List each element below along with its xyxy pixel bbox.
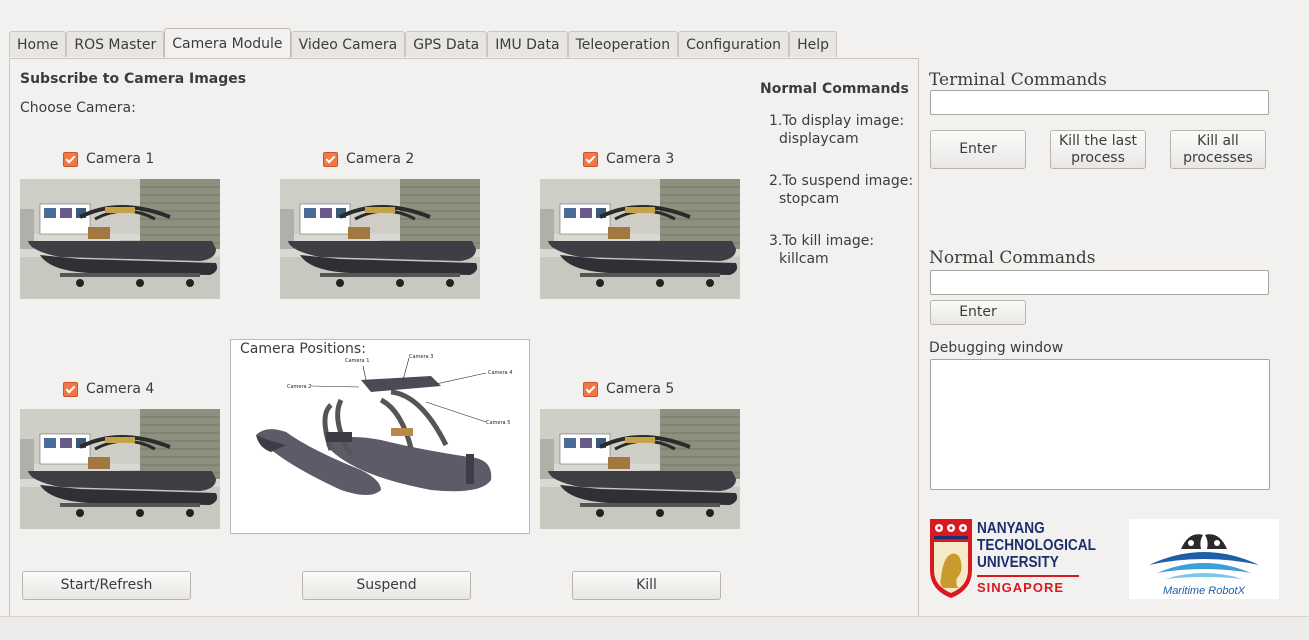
tab-ros-master[interactable]: ROS Master [66, 31, 165, 57]
terminal-enter-button[interactable]: Enter [930, 130, 1026, 169]
command-display-desc: 1.To display image: [769, 113, 905, 129]
camera-3-label: Camera 3 [606, 151, 675, 167]
robotx-emblem-icon [1149, 534, 1259, 579]
camera-5-label: Camera 5 [606, 381, 675, 397]
diagram-label-camera-3: Camera 3 [409, 354, 433, 360]
tab-imu-data[interactable]: IMU Data [487, 31, 568, 57]
camera-3-image [540, 179, 740, 299]
camera-3-checkbox[interactable]: Camera 3 [583, 151, 674, 167]
ntu-logo-singapore: SINGAPORE [977, 580, 1065, 595]
status-bar [0, 616, 1309, 640]
start-refresh-button[interactable]: Start/Refresh [22, 571, 191, 600]
normal-commands-title: Normal Commands [929, 248, 1096, 268]
kill-all-line1: Kill all [1197, 132, 1239, 149]
tab-video-camera[interactable]: Video Camera [290, 31, 406, 57]
command-kill-desc: 3.To kill image: [769, 233, 875, 249]
camera-1-image [20, 179, 220, 299]
command-kill: 3.To kill image: killcam [769, 232, 874, 268]
camera-2-checkbox[interactable]: Camera 2 [323, 151, 414, 167]
checkbox-checked-icon [583, 381, 598, 397]
robotx-logo-text: Maritime RobotX [1163, 585, 1245, 597]
camera-5-image [540, 409, 740, 529]
normal-commands-help-title: Normal Commands [760, 81, 909, 97]
kill-last-line1: Kill the last [1059, 132, 1137, 149]
camera-2-image [280, 179, 480, 299]
camera-4-label: Camera 4 [86, 381, 155, 397]
command-kill-value: killcam [779, 251, 829, 267]
camera-2-label: Camera 2 [346, 151, 415, 167]
camera-positions-diagram: Camera Positions: Camera 1 Camera 2 Came… [230, 339, 530, 534]
normal-command-input[interactable] [930, 270, 1269, 295]
ntu-logo-rule [977, 575, 1079, 577]
normal-enter-button[interactable]: Enter [930, 300, 1026, 325]
ntu-logo-line2: TECHNOLOGICAL [977, 537, 1096, 554]
camera-4-checkbox[interactable]: Camera 4 [63, 381, 154, 397]
camera-1-label: Camera 1 [86, 151, 155, 167]
kill-all-line2: processes [1183, 149, 1253, 166]
diagram-label-camera-1: Camera 1 [345, 358, 369, 364]
checkbox-checked-icon [63, 151, 78, 167]
choose-camera-label: Choose Camera: [20, 100, 136, 116]
command-display-value: displaycam [779, 131, 859, 147]
command-display: 1.To display image: displaycam [769, 112, 904, 148]
ntu-logo-line1: NANYANG [977, 520, 1045, 537]
camera-5-checkbox[interactable]: Camera 5 [583, 381, 674, 397]
camera-4-image [20, 409, 220, 529]
debugging-window[interactable] [930, 359, 1270, 490]
ntu-logo-line3: UNIVERSITY [977, 554, 1059, 571]
command-suspend-value: stopcam [779, 191, 840, 207]
tab-configuration[interactable]: Configuration [678, 31, 790, 57]
debugging-window-label: Debugging window [929, 340, 1064, 356]
tab-teleoperation[interactable]: Teleoperation [567, 31, 679, 57]
kill-button[interactable]: Kill [572, 571, 721, 600]
kill-all-processes-button[interactable]: Kill all processes [1170, 130, 1266, 169]
ntu-logo: NANYANG TECHNOLOGICAL UNIVERSITY SINGAPO… [929, 518, 1096, 600]
checkbox-checked-icon [583, 151, 598, 167]
checkbox-checked-icon [63, 381, 78, 397]
command-suspend-desc: 2.To suspend image: [769, 173, 914, 189]
robotx-logo: Maritime RobotX [1129, 519, 1279, 599]
command-suspend: 2.To suspend image: stopcam [769, 172, 913, 208]
diagram-label-camera-2: Camera 2 [287, 384, 311, 390]
terminal-command-input[interactable] [930, 90, 1269, 115]
kill-last-line2: process [1071, 149, 1125, 166]
diagram-label-camera-5: Camera 5 [486, 420, 510, 426]
subscribe-heading: Subscribe to Camera Images [20, 71, 247, 87]
suspend-button[interactable]: Suspend [302, 571, 471, 600]
checkbox-checked-icon [323, 151, 338, 167]
tab-bar: Home ROS Master Camera Module Video Came… [9, 28, 837, 59]
tab-home[interactable]: Home [9, 31, 67, 57]
kill-last-process-button[interactable]: Kill the last process [1050, 130, 1146, 169]
camera-1-checkbox[interactable]: Camera 1 [63, 151, 154, 167]
tab-help[interactable]: Help [789, 31, 837, 57]
terminal-commands-title: Terminal Commands [929, 70, 1107, 90]
ntu-crest-icon [930, 519, 972, 598]
tab-gps-data[interactable]: GPS Data [405, 31, 488, 57]
diagram-label-camera-4: Camera 4 [488, 370, 512, 376]
tab-camera-module[interactable]: Camera Module [164, 28, 291, 58]
